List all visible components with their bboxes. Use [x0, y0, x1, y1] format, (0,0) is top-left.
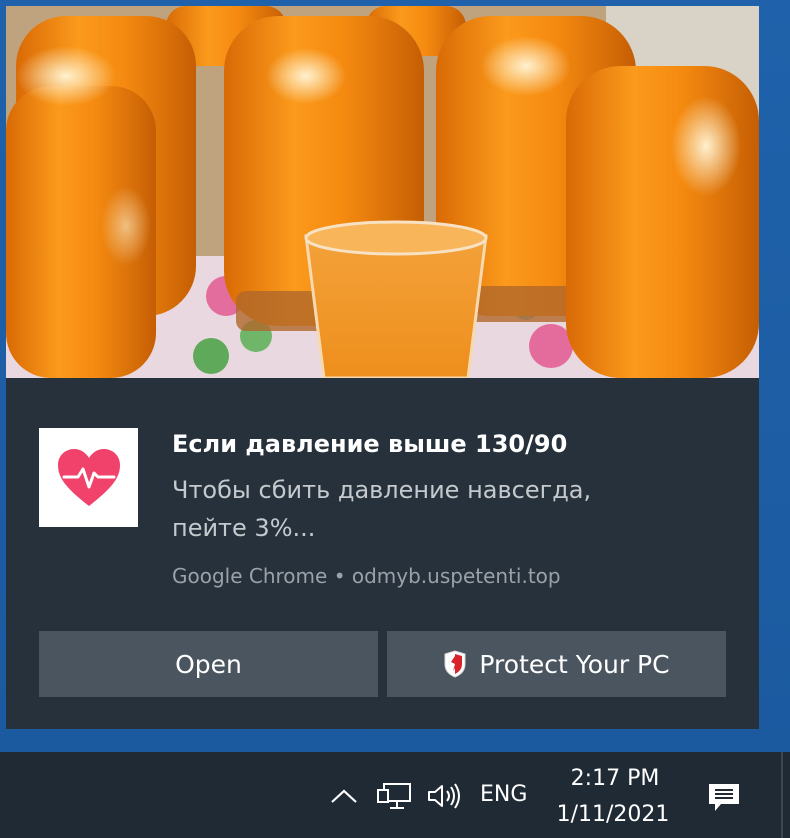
notification-attribution: Google Chrome • odmyb.uspetenti.top	[172, 564, 561, 588]
notification-content[interactable]: Если давление выше 130/90 Чтобы сбить да…	[6, 378, 759, 729]
taskbar: ENG 2:17 PM 1/11/2021	[0, 752, 790, 838]
shield-icon	[443, 650, 467, 678]
notification-title: Если давление выше 130/90	[172, 430, 568, 458]
orange-juice-jars-photo	[6, 6, 759, 378]
open-button[interactable]: Open	[39, 631, 378, 697]
protect-button-label: Protect Your PC	[479, 649, 670, 679]
notification-body: Чтобы сбить давление навсегда, пейте 3%.…	[172, 476, 592, 542]
network-icon[interactable]	[374, 776, 414, 816]
show-desktop-divider[interactable]	[781, 752, 783, 838]
chevron-up-icon[interactable]	[328, 776, 360, 816]
heart-pulse-icon	[39, 428, 138, 527]
protect-your-pc-button[interactable]: Protect Your PC	[387, 631, 726, 697]
clock-date[interactable]: 1/11/2021	[548, 802, 678, 827]
clock-time[interactable]: 2:17 PM	[560, 766, 670, 791]
action-center-icon[interactable]	[704, 778, 744, 818]
hero-image[interactable]	[6, 6, 759, 378]
input-language-indicator[interactable]: ENG	[480, 782, 527, 807]
open-button-label: Open	[175, 649, 242, 679]
volume-icon[interactable]	[424, 776, 464, 816]
toast-notification[interactable]: Если давление выше 130/90 Чтобы сбить да…	[6, 6, 759, 729]
